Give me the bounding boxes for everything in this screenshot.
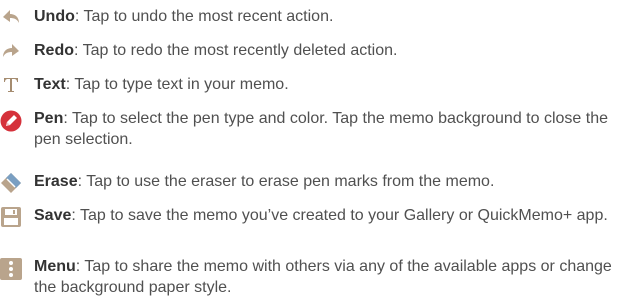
eraser-icon: [0, 172, 22, 194]
item-description: : Tap to type text in your memo.: [65, 76, 289, 93]
item-term: Redo: [34, 42, 74, 59]
item-description: : Tap to use the eraser to erase pen mar…: [77, 173, 495, 190]
menu-icon: [0, 258, 22, 280]
item-description: : Tap to share the memo with others via …: [34, 258, 612, 296]
item-description: : Tap to select the pen type and color. …: [34, 110, 608, 148]
item-description: : Tap to save the memo you’ve created to…: [71, 207, 608, 224]
item-term: Undo: [34, 8, 75, 25]
item-term: Save: [34, 207, 72, 224]
item-term: Erase: [34, 173, 78, 190]
item-description: : Tap to redo the most recently deleted …: [74, 42, 398, 59]
redo-icon: [0, 40, 22, 62]
pen-icon: [0, 110, 22, 132]
save-icon: [0, 206, 22, 228]
item-description: : Tap to undo the most recent action.: [74, 8, 334, 25]
item-term: Pen: [34, 110, 64, 127]
undo-icon: [0, 6, 22, 28]
item-term: Menu: [34, 258, 76, 275]
text-icon: [0, 74, 22, 96]
item-term: Text: [34, 76, 66, 93]
